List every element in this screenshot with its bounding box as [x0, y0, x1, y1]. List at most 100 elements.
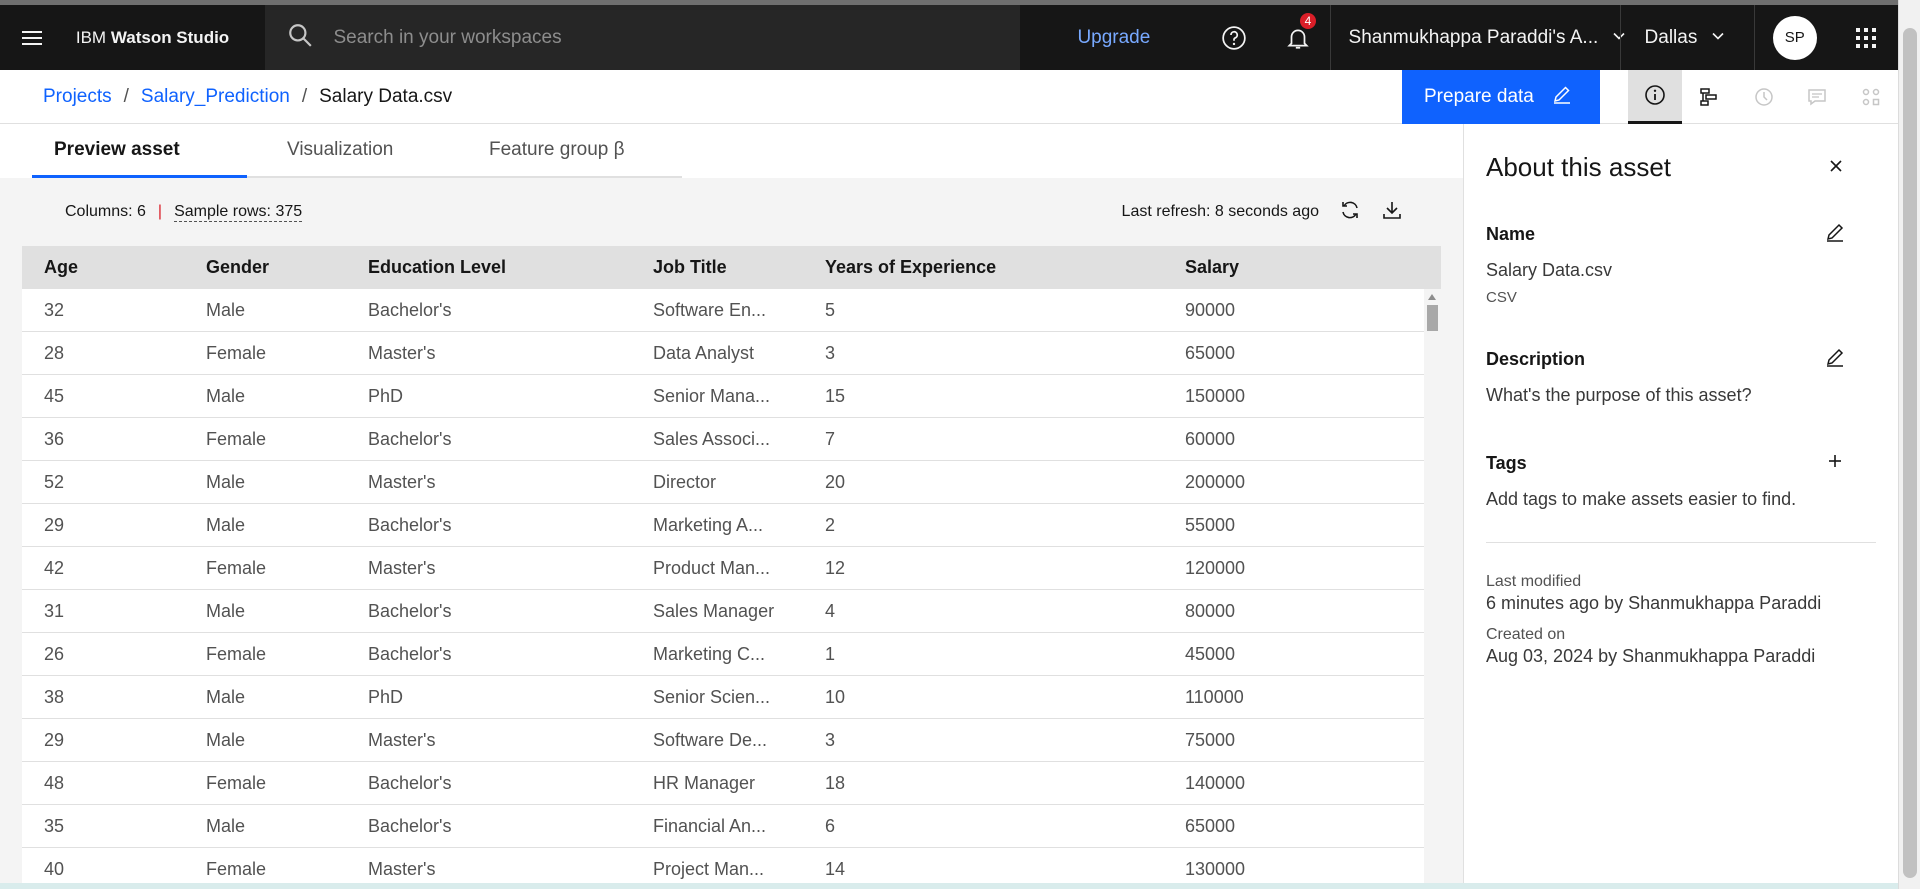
table-row[interactable]: 29 Male Bachelor's Marketing A... 2 55000	[22, 504, 1424, 547]
cell-years-of-experience: 6	[825, 815, 836, 836]
table-row[interactable]: 31 Male Bachelor's Sales Manager 4 80000	[22, 590, 1424, 633]
add-icon[interactable]	[1824, 450, 1846, 477]
cell-job-title: Financial An...	[653, 815, 767, 836]
app-switcher-icon[interactable]	[1834, 5, 1898, 70]
column-header-age[interactable]: Age	[22, 257, 184, 278]
cell-years-of-experience: 14	[825, 858, 846, 879]
cell-age: 40	[44, 858, 65, 879]
table-row[interactable]: 45 Male PhD Senior Mana... 15 150000	[22, 375, 1424, 418]
download-icon[interactable]	[1381, 199, 1403, 226]
about-asset-panel: About this asset Name Salary Data.csv CS…	[1463, 124, 1876, 889]
table-row[interactable]: 48 Female Bachelor's HR Manager 18 140000	[22, 762, 1424, 805]
cell-salary: 90000	[1185, 299, 1236, 320]
column-header-job-title[interactable]: Job Title	[631, 257, 803, 278]
asset-tabs: Preview asset Visualization Feature grou…	[0, 124, 1463, 178]
cell-salary: 200000	[1185, 471, 1246, 492]
edit-icon[interactable]	[1824, 221, 1846, 248]
chevron-down-icon	[1711, 27, 1725, 49]
panel-header: About this asset	[1486, 152, 1854, 183]
window-bottom-edge	[0, 883, 1898, 889]
cell-salary: 80000	[1185, 600, 1236, 621]
scroll-up-icon[interactable]	[1428, 294, 1436, 300]
column-header-years-of-experience[interactable]: Years of Experience	[803, 257, 1163, 278]
cell-gender: Female	[206, 772, 267, 793]
comments-icon[interactable]	[1790, 70, 1844, 124]
window-scroll-thumb[interactable]	[1903, 28, 1917, 878]
cell-gender: Male	[206, 299, 246, 320]
table-row[interactable]: 35 Male Bachelor's Financial An... 6 65000	[22, 805, 1424, 848]
cell-age: 35	[44, 815, 65, 836]
table-row[interactable]: 29 Male Master's Software De... 3 75000	[22, 719, 1424, 762]
product-brand[interactable]: IBM Watson Studio	[64, 28, 266, 48]
window-scrollbar[interactable]	[1898, 0, 1920, 889]
prepare-data-label: Prepare data	[1424, 85, 1534, 107]
search-input[interactable]	[333, 26, 974, 49]
cell-years-of-experience: 3	[825, 729, 836, 750]
sample-rows-count[interactable]: Sample rows: 375	[174, 203, 303, 222]
cell-job-title: HR Manager	[653, 772, 756, 793]
cell-job-title: Director	[653, 471, 717, 492]
scroll-thumb[interactable]	[1427, 305, 1438, 331]
table-row[interactable]: 38 Male PhD Senior Scien... 10 110000	[22, 676, 1424, 719]
cell-gender: Male	[206, 600, 246, 621]
search-bar[interactable]	[265, 5, 1020, 70]
refresh-icon[interactable]	[1339, 199, 1361, 226]
cell-age: 38	[44, 686, 65, 707]
description-section: Description What's the purpose of this a…	[1486, 346, 1854, 406]
created-on-value: Aug 03, 2024 by Shanmukhappa Paraddi	[1486, 646, 1816, 666]
lineage-icon[interactable]	[1682, 70, 1736, 124]
breadcrumb-project[interactable]: Salary_Prediction	[141, 86, 290, 108]
cell-education-level: Bachelor's	[368, 514, 452, 535]
tab-feature-group[interactable]: Feature group β	[467, 124, 682, 178]
asset-type-value: CSV	[1486, 289, 1517, 306]
history-icon[interactable]	[1736, 70, 1790, 124]
breadcrumb-separator: /	[301, 85, 308, 107]
tags-value: Add tags to make assets easier to find.	[1486, 489, 1797, 509]
column-header-salary[interactable]: Salary	[1163, 257, 1403, 278]
upgrade-link[interactable]: Upgrade	[1064, 27, 1164, 49]
table-row[interactable]: 26 Female Bachelor's Marketing C... 1 45000	[22, 633, 1424, 676]
column-header-gender[interactable]: Gender	[184, 257, 346, 278]
avatar[interactable]: SP	[1772, 15, 1817, 60]
cell-salary: 130000	[1185, 858, 1246, 879]
table-row[interactable]: 28 Female Master's Data Analyst 3 65000	[22, 332, 1424, 375]
prepare-data-button[interactable]: Prepare data	[1402, 69, 1600, 124]
cell-years-of-experience: 20	[825, 471, 846, 492]
user-menu[interactable]: SP	[1754, 5, 1834, 70]
help-icon[interactable]	[1202, 5, 1266, 70]
cell-salary: 110000	[1185, 686, 1244, 707]
column-header-education-level[interactable]: Education Level	[346, 257, 631, 278]
info-icon[interactable]	[1628, 69, 1682, 124]
close-icon[interactable]	[1826, 152, 1846, 183]
cell-job-title: Senior Mana...	[653, 385, 771, 406]
tab-visualization[interactable]: Visualization	[247, 124, 467, 178]
region-selector[interactable]: Dallas	[1619, 5, 1755, 70]
cell-job-title: Product Man...	[653, 557, 771, 578]
table-row[interactable]: 42 Female Master's Product Man... 12 120000	[22, 547, 1424, 590]
notification-bell-icon[interactable]: 4	[1266, 5, 1330, 70]
table-scrollbar[interactable]	[1424, 289, 1441, 889]
table-row[interactable]: 52 Male Master's Director 20 200000	[22, 461, 1424, 504]
cell-education-level: Master's	[368, 557, 436, 578]
description-value: What's the purpose of this asset?	[1486, 385, 1752, 405]
cell-age: 48	[44, 772, 65, 793]
last-modified-label: Last modified	[1486, 573, 1582, 590]
edit-icon[interactable]	[1824, 346, 1846, 373]
cell-salary: 60000	[1185, 428, 1236, 449]
name-label: Name	[1486, 224, 1536, 244]
menu-icon[interactable]	[0, 5, 64, 70]
tab-preview-asset[interactable]: Preview asset	[32, 124, 247, 178]
cell-education-level: Bachelor's	[368, 643, 452, 664]
asset-name-value: Salary Data.csv	[1486, 260, 1613, 280]
breadcrumb-projects[interactable]: Projects	[43, 86, 112, 108]
cell-gender: Male	[206, 471, 246, 492]
related-assets-icon[interactable]	[1844, 70, 1898, 124]
table-row[interactable]: 36 Female Bachelor's Sales Associ... 7 60000	[22, 418, 1424, 461]
meta-separator: |	[157, 203, 163, 220]
breadcrumb-separator: /	[123, 85, 129, 107]
table-row[interactable]: 32 Male Bachelor's Software En... 5 90000	[22, 289, 1424, 332]
account-switcher[interactable]: Shanmukhappa Paraddi's A...	[1329, 5, 1625, 70]
cell-years-of-experience: 4	[825, 600, 836, 621]
cell-job-title: Project Man...	[653, 858, 765, 879]
cell-gender: Female	[206, 858, 267, 879]
